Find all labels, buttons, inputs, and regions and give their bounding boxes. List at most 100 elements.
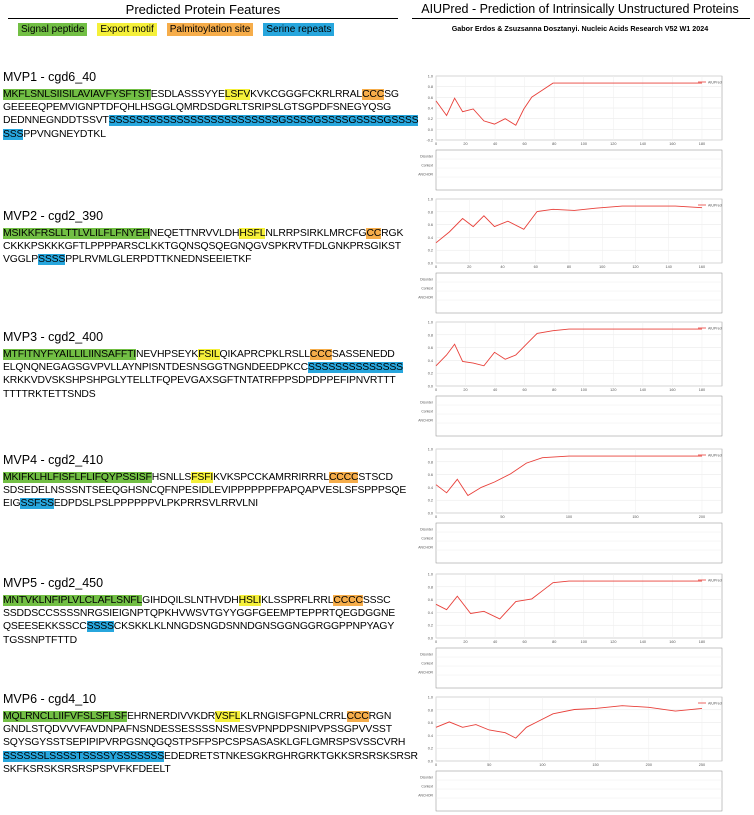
sequence-segment: TTTTRKTETTSNDS [3, 388, 96, 400]
x-tick-label: 0 [435, 388, 437, 392]
signal-peptide-segment: MSIKKFRSLLTTLVLILFLFNYEH [3, 228, 150, 239]
y-tick-label: 0.6 [428, 96, 433, 100]
protein-sequence: MKFLSNLSIISILAVIAVFYSFTSTESDLASSSYYELSFV… [3, 88, 419, 141]
legend-palmitoylation-site: Palmitoylation site [166, 23, 254, 36]
sequence-line: GEEEEQPEMVIGNPTDFQHLHSGGLQMRDSDGRLTSRIPS… [3, 101, 405, 114]
sequence-segment: DEDNNEGNDDTSSVT [3, 115, 109, 127]
track-label: Disorder [420, 155, 434, 159]
export-motif-segment: VSFL [214, 711, 241, 722]
y-tick-label: 0.8 [428, 708, 433, 712]
sequence-line: GNDLSTQDVVVFAVDNPAFNSNDESSESSSSNSMESVPNP… [3, 723, 405, 736]
sequence-line: MQLRNCLLIIFVFSLSFLSFEHRNERDIVVKDRVSFLKLR… [3, 710, 405, 723]
sequence-segment: TGSSNPTFTTD [3, 634, 77, 646]
y-tick-label: 0.0 [428, 128, 433, 132]
signal-peptide-segment: MQLRNCLLIIFVFSLSFLSF [3, 711, 128, 722]
sequence-line: DEDNNEGNDDTSSVTSSSSSSSSSSSSSSSSSSSSSSSSS… [3, 114, 419, 127]
x-tick-label: 140 [640, 640, 646, 644]
y-tick-label: 0.8 [428, 585, 433, 589]
x-tick-label: 80 [567, 265, 571, 269]
protein-block: MVP3 - cgd2_400 MTFITNYFYAILLILIINSAFFTIN… [3, 330, 405, 401]
protein-sequence: MQLRNCLLIIFVFSLSFLSFEHRNERDIVVKDRVSFLKLR… [3, 710, 418, 776]
aiupred-plot-svg: 1.0 0.8 0.6 0.4 0.2 0.0 -0.20 20 40 60 80 100 120 140… [418, 75, 723, 191]
sequence-segment: CKKKPSKKKGFTLPPPPARSCLKKTGQNSQSQEGNQGVSP… [3, 241, 401, 253]
protein-block: MVP1 - cgd6_40 MKFLSNLSIISILAVIAVFYSFTSTE… [3, 70, 419, 141]
sequence-segment: EDPDSLPSLPPPPPPVLPKPRRSVLRRVLNI [53, 498, 258, 510]
y-tick-label: 0.6 [428, 721, 433, 725]
x-tick-label: 200 [699, 515, 705, 519]
protein-block: MVP5 - cgd2_450 MNTVKLNFIPLVLCLAFLSNFLGIH… [3, 576, 405, 647]
sequence-segment: SKFKSRSKSRSRSPSPVFKFDEELT [3, 763, 171, 775]
x-tick-label: 60 [534, 265, 538, 269]
y-tick-label: 0.0 [428, 512, 433, 516]
y-tick-label: 0.4 [428, 611, 433, 615]
sequence-line: SSSPPVNGNEYDTKL [3, 128, 405, 141]
sequence-segment: PPVNGNEYDTKL [23, 128, 106, 140]
track-label: Disorder [420, 528, 434, 532]
track-label: Disorder [420, 776, 434, 780]
export-motif-segment: HSFL [239, 228, 266, 239]
y-tick-label: 1.0 [428, 448, 433, 452]
sequence-segment: EHRNERDIVVKDR [127, 711, 215, 722]
y-tick-label: 0.4 [428, 734, 433, 738]
track-frame [435, 770, 723, 812]
sequence-segment: SSSC [362, 595, 391, 606]
export-motif-segment: HSLI [238, 595, 262, 606]
x-tick-label: 100 [581, 388, 587, 392]
signal-peptide-segment: MKFLSNLSIISILAVIAVFYSFTST [3, 89, 151, 100]
protein-name: MVP6 - cgd4_10 [3, 692, 97, 706]
sequence-line: MKFLSNLSIISILAVIAVFYSFTSTESDLASSSYYELSFV… [3, 88, 405, 101]
x-tick-label: 50 [487, 763, 491, 767]
sequence-segment: GEEEEQPEMVIGNPTDFQHLHSGGLQMRDSDGRLTSRIPS… [3, 102, 392, 114]
sequence-segment: ELQNQNEGAGSGVPVLLAYNPISNTDESNSGGTNGNDEED… [3, 362, 308, 374]
plot-frame [435, 198, 723, 264]
track-label: Disorder [420, 278, 434, 282]
x-tick-label: 180 [699, 142, 705, 146]
feature-legend: Signal peptide Export motif Palmitoylati… [18, 23, 335, 36]
track-label: ANCHOR [418, 546, 433, 550]
aiupred-plot-svg: 1.0 0.8 0.6 0.4 0.2 0.00 50 100 150 200 AIUPred Dis… [418, 448, 723, 564]
track-label: ANCHOR [418, 419, 433, 423]
sequence-line: CKKKPSKKKGFTLPPPPARSCLKKTGQNSQSQEGNQGVSP… [3, 240, 405, 253]
sequence-segment: RGN [368, 711, 392, 722]
x-tick-label: 150 [632, 515, 638, 519]
y-tick-label: 0.2 [428, 499, 433, 503]
y-tick-label: 0.4 [428, 359, 433, 363]
sequence-line: EIGSSFSSEDPDSLPSLPPPPPPVLPKPRRSVLRRVLNI [3, 497, 405, 510]
protein-name: MVP4 - cgd2_410 [3, 453, 104, 467]
sequence-segment: ESDLASSSYYE [150, 89, 225, 100]
serine-repeat-segment: SSSSSSLSSSSTSSSSYSSSSSSS [3, 750, 164, 762]
sequence-segment: EDEDRETSTNKESGKRGHRGRKTGKKSRSRSKSRSR [164, 750, 418, 762]
x-tick-label: 80 [552, 142, 556, 146]
sequence-line: SSDDSCCSSSSNRGSIEIGNPTQPKHVWSVTGYYGGFGEE… [3, 607, 405, 620]
y-tick-label: 0.0 [428, 385, 433, 389]
x-tick-label: 160 [669, 388, 675, 392]
y-tick-label: 0.6 [428, 598, 433, 602]
sequence-segment: GIHDQILSLNTHVDH [142, 595, 239, 606]
sequence-segment: SQYSGYSSTSEPIPIPVRPGSNQGQSTPSFPSPCSPSASA… [3, 737, 406, 749]
protein-block: MVP6 - cgd4_10 MQLRNCLLIIFVFSLSFLSFEHRNER… [3, 692, 418, 776]
y-tick-label: 0.2 [428, 372, 433, 376]
y-tick-label: 0.8 [428, 333, 433, 337]
track-label: Disorder [420, 401, 434, 405]
x-tick-label: 60 [523, 640, 527, 644]
export-motif-segment: LSFV [224, 89, 251, 100]
y-tick-label: 0.6 [428, 346, 433, 350]
sequence-line: KRKKVDVSKSHPSHPGLYTELLTFQPEVGAXSGFTNTATR… [3, 374, 405, 387]
serine-repeat-segment: SSFSS [20, 498, 54, 510]
sequence-line: MKIFKLHLFISFLFLIFQYPSSISFHSNLLSFSFIKVKSP… [3, 471, 405, 484]
sequence-segment: VGGLP [3, 254, 39, 266]
track-label: Disorder [420, 653, 434, 657]
aiupred-plot: 1.0 0.8 0.6 0.4 0.2 0.0 -0.2 0 20 40 60 80 100 120 140… [418, 72, 724, 192]
sequence-line: MTFITNYFYAILLILIINSAFFTINEVHPSEYKFSILQIK… [3, 348, 405, 361]
sequence-segment: NLRRPSIRKLMRCFG [265, 228, 367, 239]
sequence-line: SKFKSRSKSRSRSPSPVFKFDEELT [3, 763, 405, 776]
y-tick-label: 1.0 [428, 573, 433, 577]
y-tick-label: 0.8 [428, 210, 433, 214]
track-label: ANCHOR [418, 173, 433, 177]
protein-name: MVP3 - cgd2_400 [3, 330, 104, 344]
x-tick-label: 120 [632, 265, 638, 269]
x-tick-label: 180 [699, 640, 705, 644]
x-tick-label: 100 [581, 640, 587, 644]
x-tick-label: 80 [552, 640, 556, 644]
sequence-line: TGSSNPTFTTD [3, 634, 405, 647]
